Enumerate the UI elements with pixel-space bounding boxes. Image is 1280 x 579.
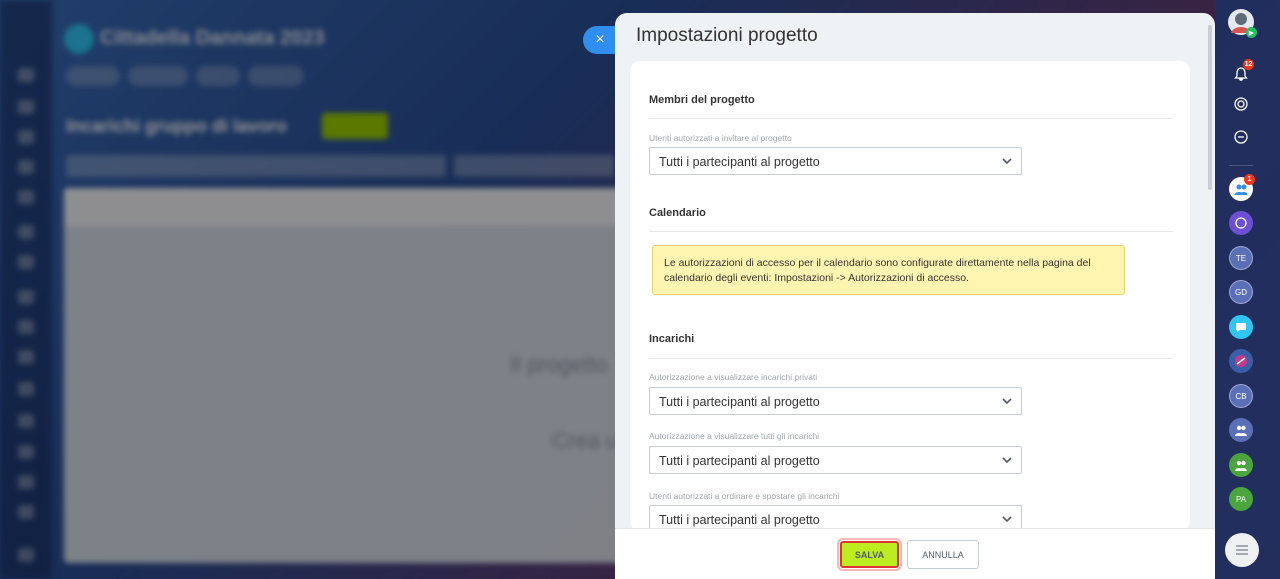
- calendar-notice: Le autorizzazioni di accesso per il cale…: [652, 245, 1125, 295]
- workgroup-icon[interactable]: [1229, 349, 1253, 373]
- all-tasks-label: Autorizzazione a visualizzare tutti gli …: [649, 431, 820, 441]
- avatar-initials: CB: [1235, 391, 1247, 401]
- sidebar-divider: [1229, 165, 1253, 166]
- slider-title: Impostazioni progetto: [636, 25, 818, 46]
- avatar-initials: GD: [1235, 287, 1247, 297]
- section-title-tasks: Incarichi: [649, 333, 695, 345]
- select-value: Tutti i partecipanti al progetto: [659, 155, 820, 169]
- hamburger-icon: [1236, 545, 1248, 555]
- close-icon: ×: [595, 31, 605, 48]
- scrollbar[interactable]: [1208, 25, 1212, 190]
- close-slider-button[interactable]: ×: [583, 26, 617, 54]
- private-tasks-label: Autorizzazione a visualizzare incarichi …: [649, 372, 818, 382]
- search-chat-icon[interactable]: [1229, 125, 1253, 149]
- copilot-icon[interactable]: [1229, 211, 1253, 235]
- play-icon: ▶: [1246, 27, 1257, 38]
- avatar-pa[interactable]: PA: [1229, 487, 1253, 511]
- private-tasks-select[interactable]: Tutti i partecipanti al progetto: [649, 387, 1022, 415]
- cancel-button[interactable]: ANNULLA: [907, 540, 979, 569]
- invite-permission-select[interactable]: Tutti i partecipanti al progetto: [649, 147, 1022, 175]
- avatar-gd[interactable]: GD: [1229, 280, 1253, 304]
- all-tasks-select[interactable]: Tutti i partecipanti al progetto: [649, 446, 1022, 474]
- divider: [649, 231, 1173, 232]
- avatar-cb[interactable]: CB: [1229, 384, 1253, 408]
- chat-icon[interactable]: [1229, 315, 1253, 339]
- divider: [649, 118, 1173, 119]
- select-value: Tutti i partecipanti al progetto: [659, 395, 820, 409]
- section-title-calendar: Calendario: [649, 207, 706, 219]
- slider-footer: SALVA ANNULLA: [615, 528, 1215, 579]
- group-badge: 1: [1244, 174, 1255, 185]
- divider: [649, 358, 1173, 359]
- invite-permission-label: Utenti autorizzati a invitare al progett…: [649, 133, 792, 143]
- settings-card: Membri del progetto Utenti autorizzati a…: [630, 61, 1190, 531]
- people-icon[interactable]: [1229, 418, 1253, 442]
- select-value: Tutti i partecipanti al progetto: [659, 454, 820, 468]
- chevron-down-icon: [1002, 158, 1012, 165]
- chevron-down-icon: [1002, 457, 1012, 464]
- avatar-te[interactable]: TE: [1229, 246, 1253, 270]
- notifications-badge: 12: [1243, 59, 1254, 70]
- sort-tasks-label: Utenti autorizzati a ordinare e spostare…: [649, 491, 840, 501]
- section-title-members: Membri del progetto: [649, 94, 755, 106]
- avatar-initials: PA: [1235, 494, 1247, 504]
- menu-button[interactable]: [1225, 533, 1259, 567]
- save-button[interactable]: SALVA: [837, 538, 902, 571]
- avatar-initials: TE: [1235, 253, 1247, 263]
- pulse-icon[interactable]: [1229, 92, 1253, 116]
- chevron-down-icon: [1002, 516, 1012, 523]
- chevron-down-icon: [1002, 398, 1012, 405]
- people-green-icon[interactable]: [1229, 453, 1253, 477]
- select-value: Tutti i partecipanti al progetto: [659, 513, 820, 527]
- settings-slider: Impostazioni progetto Membri del progett…: [615, 13, 1215, 579]
